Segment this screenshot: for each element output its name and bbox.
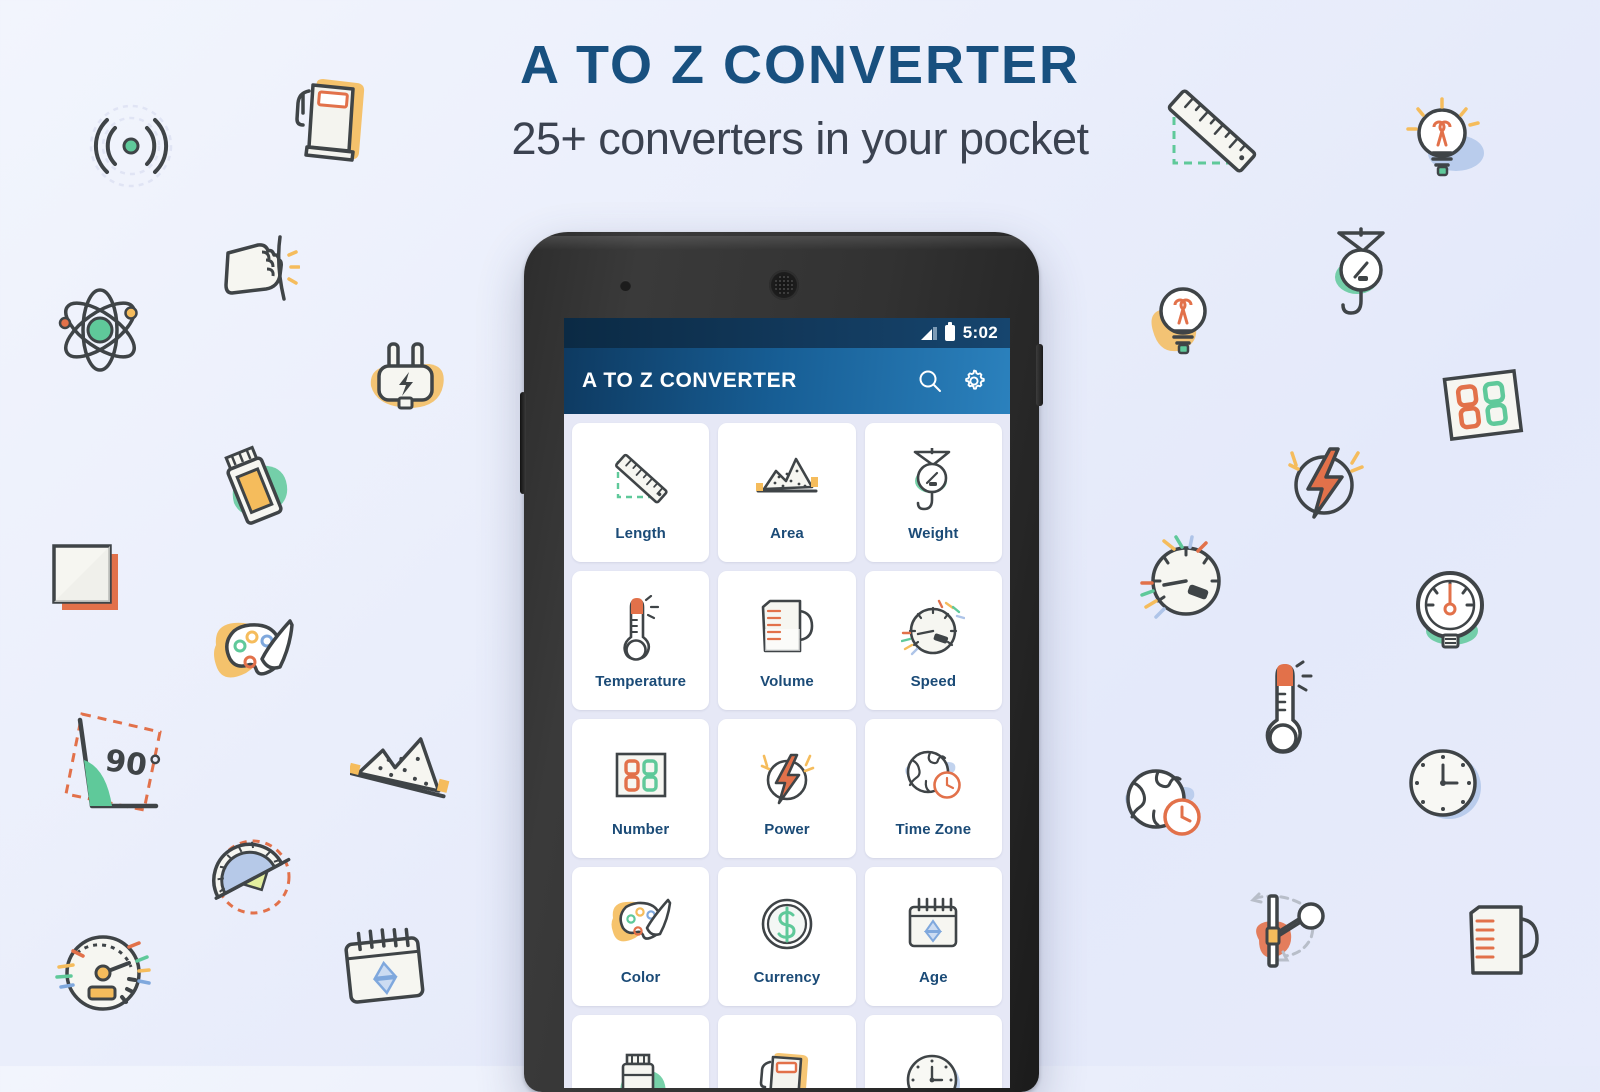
protractor-icon [212,839,291,915]
palette-icon [214,619,294,678]
tile-label: Color [620,969,661,986]
palette-icon [610,887,672,961]
app-bar-title: A TO Z CONVERTER [582,369,797,392]
app-bar: A TO Z CONVERTER [564,348,1010,414]
front-camera-icon [620,280,631,291]
svg-text:90°: 90° [103,743,164,786]
tile-speed[interactable]: Speed [864,571,1002,710]
page-subtitle: 25+ converters in your pocket [511,113,1089,165]
signal-bars-icon [920,326,937,340]
land-area-icon [755,443,818,517]
tile-label: Number [612,821,670,838]
atom-icon [58,288,138,372]
tile-age[interactable]: Age [864,867,1002,1006]
usb-drive-icon [224,445,288,525]
volume-rocker-button[interactable] [520,392,526,494]
seven-segment-icon [1442,369,1524,441]
globe-clock-icon [902,739,964,813]
tile-label: Volume [760,673,814,690]
tile-storage-partial[interactable] [572,1015,710,1088]
measuring-jug-icon [1469,905,1539,975]
tile-weight[interactable]: Weight [864,423,1002,562]
status-time: 5:02 [962,323,998,342]
earpiece-speaker-icon [769,270,799,300]
lightning-bolt-icon [1288,447,1364,519]
angle-90-icon: 90° [64,712,164,812]
calendar-icon [344,927,425,1004]
phone-mockup: 5:02 A TO Z CONVERTER Length Area Weight… [520,232,1043,1092]
tile-volume[interactable]: Volume [718,571,856,710]
tile-clock-partial[interactable] [864,1015,1002,1088]
speedometer-icon-2 [1140,535,1221,619]
tile-time-zone[interactable]: Time Zone [864,719,1002,858]
torque-icon [1250,892,1325,968]
tile-label: Weight [908,525,959,542]
tile-label: Power [764,821,810,838]
measuring-jug-icon [758,591,816,665]
tile-area[interactable]: Area [718,423,856,562]
phone-screen: 5:02 A TO Z CONVERTER Length Area Weight… [564,318,1010,1088]
tile-number[interactable]: Number [572,719,710,858]
hanging-scale-icon [1335,227,1385,315]
tile-temperature[interactable]: Temperature [572,571,710,710]
converter-grid: Length Area Weight Temperature Volume Sp… [564,414,1010,1088]
tile-power[interactable]: Power [718,719,856,858]
tile-length[interactable]: Length [572,423,710,562]
land-area-icon [350,737,450,799]
tile-label: Temperature [595,673,687,690]
hanging-scale-icon [907,443,959,517]
seven-segment-icon [613,739,669,813]
tile-label: Age [919,969,948,986]
search-icon[interactable] [908,359,952,403]
calendar-icon [905,887,961,961]
status-bar: 5:02 [564,318,1010,348]
thermometer-icon [616,591,666,665]
globe-clock-icon [1125,769,1201,836]
battery-full-icon [944,322,955,341]
tile-label: Area [770,525,804,542]
tile-label: Length [615,525,666,542]
dollar-coin-icon [760,887,814,961]
hand-knock-icon [224,235,300,301]
speedometer-icon [55,935,151,1011]
power-plug-icon [370,342,444,410]
tile-label: Speed [910,673,957,690]
tile-label: Time Zone [895,821,972,838]
tile-currency[interactable]: Currency [718,867,856,1006]
lightning-bolt-icon [756,739,818,813]
clock-icon [1409,749,1481,819]
hero-section: A TO Z CONVERTER 25+ converters in your … [0,0,1600,165]
square-area-icon [52,544,118,610]
power-button[interactable] [1036,344,1043,406]
lightbulb-icon-2 [1151,287,1207,355]
tile-fuel-partial[interactable] [718,1015,856,1088]
tile-color[interactable]: Color [572,867,710,1006]
thermometer-icon [1265,660,1313,754]
phone-top-highlight [534,236,1029,250]
ruler-icon [610,443,672,517]
tile-label: Currency [753,969,821,986]
page-title: A TO Z CONVERTER [519,35,1081,95]
pressure-gauge-icon [1416,571,1484,649]
speedometer-icon [901,591,966,665]
gear-icon[interactable] [952,359,996,403]
